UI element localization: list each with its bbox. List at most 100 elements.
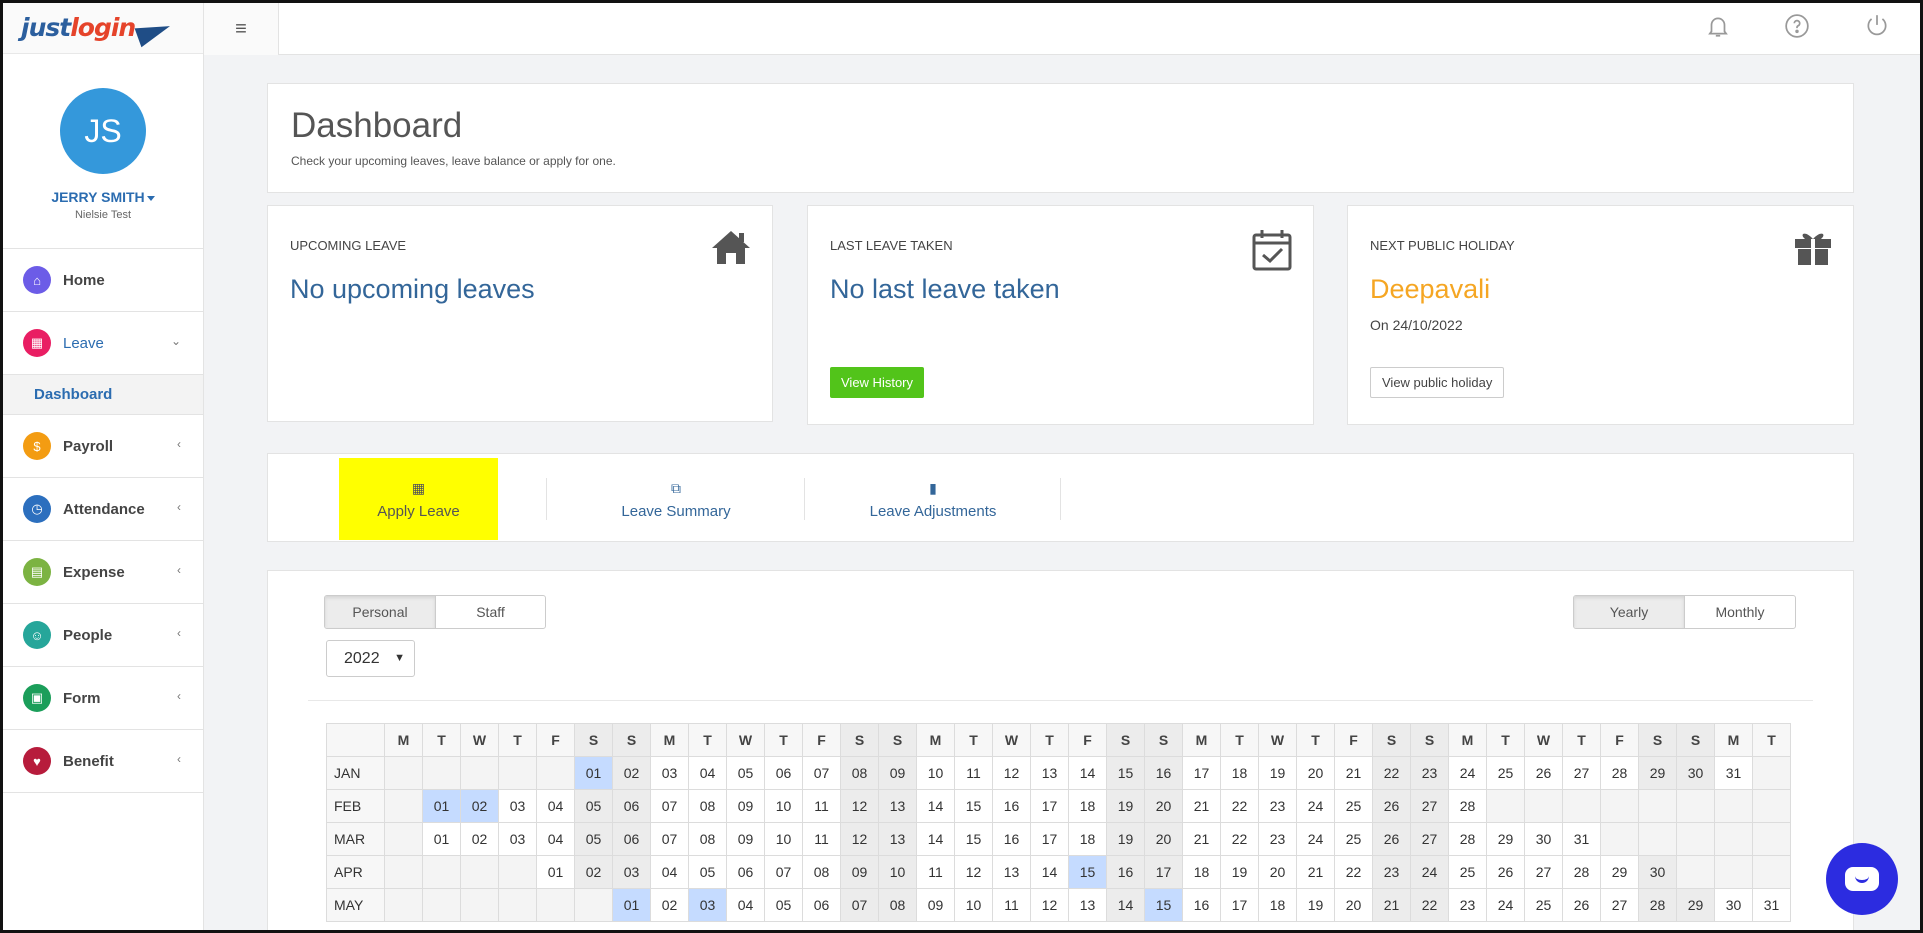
calendar-day[interactable]: 11 xyxy=(917,856,955,889)
calendar-day[interactable]: 31 xyxy=(1715,757,1753,790)
calendar-day[interactable]: 08 xyxy=(689,823,727,856)
calendar-day[interactable]: 16 xyxy=(993,823,1031,856)
calendar-day[interactable]: 22 xyxy=(1221,823,1259,856)
calendar-day[interactable]: 26 xyxy=(1525,757,1563,790)
calendar-day[interactable]: 25 xyxy=(1449,856,1487,889)
calendar-day[interactable]: 17 xyxy=(1031,823,1069,856)
calendar-day[interactable]: 07 xyxy=(651,790,689,823)
calendar-day[interactable]: 28 xyxy=(1639,889,1677,922)
calendar-day[interactable]: 20 xyxy=(1145,790,1183,823)
calendar-day[interactable]: 16 xyxy=(1107,856,1145,889)
calendar-day[interactable]: 06 xyxy=(613,823,651,856)
tab-leave-adjustments[interactable]: ▮ Leave Adjustments xyxy=(806,458,1060,540)
calendar-day[interactable]: 10 xyxy=(765,790,803,823)
sidebar-item-form[interactable]: ▣ Form ‹ xyxy=(3,667,203,730)
calendar-day[interactable]: 11 xyxy=(803,790,841,823)
calendar-day[interactable]: 02 xyxy=(651,889,689,922)
calendar-day[interactable]: 08 xyxy=(879,889,917,922)
calendar-day[interactable]: 26 xyxy=(1373,790,1411,823)
calendar-day[interactable]: 01 xyxy=(423,790,461,823)
calendar-day[interactable]: 01 xyxy=(537,856,575,889)
calendar-day[interactable]: 01 xyxy=(423,823,461,856)
view-history-button[interactable]: View History xyxy=(830,367,924,398)
calendar-day[interactable]: 04 xyxy=(537,790,575,823)
staff-toggle[interactable]: Staff xyxy=(435,596,545,628)
calendar-day[interactable]: 24 xyxy=(1449,757,1487,790)
monthly-toggle[interactable]: Monthly xyxy=(1684,596,1795,628)
calendar-day[interactable]: 15 xyxy=(955,790,993,823)
calendar-day[interactable]: 03 xyxy=(613,856,651,889)
calendar-day[interactable]: 07 xyxy=(651,823,689,856)
calendar-day[interactable]: 18 xyxy=(1221,757,1259,790)
calendar-day[interactable]: 13 xyxy=(879,790,917,823)
calendar-day[interactable]: 17 xyxy=(1145,856,1183,889)
calendar-day[interactable]: 02 xyxy=(575,856,613,889)
calendar-day[interactable]: 10 xyxy=(879,856,917,889)
calendar-day[interactable]: 27 xyxy=(1563,757,1601,790)
calendar-day[interactable]: 30 xyxy=(1715,889,1753,922)
calendar-day[interactable]: 22 xyxy=(1221,790,1259,823)
calendar-day[interactable]: 23 xyxy=(1411,757,1449,790)
calendar-day[interactable]: 25 xyxy=(1525,889,1563,922)
power-icon[interactable] xyxy=(1864,13,1890,39)
calendar-day[interactable]: 19 xyxy=(1107,790,1145,823)
calendar-day[interactable]: 19 xyxy=(1297,889,1335,922)
calendar-day[interactable]: 25 xyxy=(1335,823,1373,856)
calendar-day[interactable]: 14 xyxy=(1069,757,1107,790)
calendar-day[interactable]: 18 xyxy=(1069,823,1107,856)
calendar-day[interactable]: 21 xyxy=(1297,856,1335,889)
calendar-day[interactable]: 05 xyxy=(575,823,613,856)
calendar-day[interactable]: 24 xyxy=(1487,889,1525,922)
calendar-day[interactable]: 09 xyxy=(727,790,765,823)
avatar[interactable]: JS xyxy=(60,88,146,174)
calendar-day[interactable]: 17 xyxy=(1221,889,1259,922)
logo[interactable]: justlogin xyxy=(3,3,203,54)
calendar-day[interactable]: 03 xyxy=(689,889,727,922)
sidebar-item-leave[interactable]: ▦ Leave ⌄ xyxy=(3,312,203,375)
calendar-day[interactable]: 05 xyxy=(575,790,613,823)
calendar-day[interactable]: 14 xyxy=(1107,889,1145,922)
calendar-day[interactable]: 24 xyxy=(1297,823,1335,856)
calendar-day[interactable]: 12 xyxy=(841,790,879,823)
tab-leave-summary[interactable]: ⧉ Leave Summary xyxy=(548,458,804,540)
chat-widget-button[interactable] xyxy=(1826,843,1898,915)
calendar-day[interactable]: 18 xyxy=(1069,790,1107,823)
calendar-day[interactable]: 26 xyxy=(1373,823,1411,856)
calendar-day[interactable]: 04 xyxy=(537,823,575,856)
calendar-day[interactable]: 25 xyxy=(1335,790,1373,823)
calendar-day[interactable]: 20 xyxy=(1335,889,1373,922)
calendar-day[interactable]: 13 xyxy=(1069,889,1107,922)
calendar-day[interactable]: 13 xyxy=(1031,757,1069,790)
user-name-dropdown[interactable]: JERRY SMITH xyxy=(3,189,203,205)
calendar-day[interactable]: 24 xyxy=(1297,790,1335,823)
view-public-holiday-button[interactable]: View public holiday xyxy=(1370,367,1504,398)
calendar-day[interactable]: 23 xyxy=(1259,823,1297,856)
calendar-day[interactable]: 30 xyxy=(1639,856,1677,889)
calendar-day[interactable]: 14 xyxy=(1031,856,1069,889)
calendar-day[interactable]: 20 xyxy=(1259,856,1297,889)
calendar-day[interactable]: 01 xyxy=(613,889,651,922)
calendar-day[interactable]: 20 xyxy=(1145,823,1183,856)
calendar-day[interactable]: 12 xyxy=(841,823,879,856)
calendar-day[interactable]: 29 xyxy=(1677,889,1715,922)
calendar-day[interactable]: 27 xyxy=(1601,889,1639,922)
calendar-day[interactable]: 28 xyxy=(1449,790,1487,823)
calendar-day[interactable]: 12 xyxy=(955,856,993,889)
calendar-day[interactable]: 04 xyxy=(727,889,765,922)
calendar-day[interactable]: 11 xyxy=(955,757,993,790)
calendar-day[interactable]: 14 xyxy=(917,823,955,856)
calendar-day[interactable]: 08 xyxy=(803,856,841,889)
calendar-day[interactable]: 15 xyxy=(1145,889,1183,922)
calendar-day[interactable]: 12 xyxy=(993,757,1031,790)
sidebar-item-people[interactable]: ☺ People ‹ xyxy=(3,604,203,667)
bell-icon[interactable] xyxy=(1705,13,1731,39)
calendar-day[interactable]: 13 xyxy=(879,823,917,856)
calendar-day[interactable]: 04 xyxy=(651,856,689,889)
calendar-day[interactable]: 23 xyxy=(1373,856,1411,889)
calendar-day[interactable]: 11 xyxy=(993,889,1031,922)
calendar-day[interactable]: 18 xyxy=(1259,889,1297,922)
sidebar-item-expense[interactable]: ▤ Expense ‹ xyxy=(3,541,203,604)
sidebar-item-attendance[interactable]: ◷ Attendance ‹ xyxy=(3,478,203,541)
year-select[interactable]: 2022 ▼ xyxy=(326,640,415,677)
calendar-day[interactable]: 25 xyxy=(1487,757,1525,790)
